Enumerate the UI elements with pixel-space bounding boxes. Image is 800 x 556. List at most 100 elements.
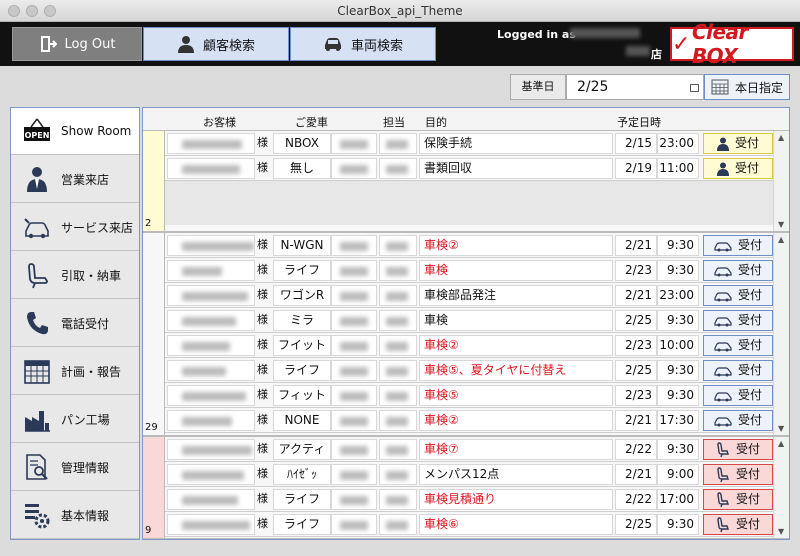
scheduled-time-cell[interactable]: 17:30 — [657, 410, 699, 431]
table-row[interactable]: 様フィット 車検⑤ 2/23 9:30 受付 — [165, 383, 773, 408]
staff-cell[interactable] — [379, 385, 417, 406]
receive-button[interactable]: 受付 — [703, 285, 773, 306]
vehicle-number-cell[interactable] — [331, 310, 377, 331]
scheduled-time-cell[interactable]: 17:00 — [657, 489, 699, 510]
vehicle-number-cell[interactable] — [331, 410, 377, 431]
customer-name-cell[interactable] — [167, 514, 255, 535]
sidebar-item-8[interactable]: 管理情報 — [11, 444, 139, 491]
purpose-cell[interactable]: 車検 — [419, 260, 613, 281]
vehicle-number-cell[interactable] — [331, 385, 377, 406]
receive-button[interactable]: 受付 — [703, 360, 773, 381]
scheduled-date-cell[interactable]: 2/22 — [615, 439, 657, 460]
vehicle-number-cell[interactable] — [331, 260, 377, 281]
scheduled-date-cell[interactable]: 2/21 — [615, 464, 657, 485]
car-cell[interactable]: N-WGN — [273, 235, 331, 256]
staff-cell[interactable] — [379, 133, 417, 154]
scheduled-time-cell[interactable]: 11:00 — [657, 158, 699, 179]
table-row[interactable]: 様ライフ 車検 2/23 9:30 受付 — [165, 258, 773, 283]
customer-name-cell[interactable] — [167, 335, 255, 356]
scheduled-date-cell[interactable]: 2/25 — [615, 514, 657, 535]
table-row[interactable]: 様ワゴンR 車検部品発注 2/21 23:00 受付 — [165, 283, 773, 308]
car-cell[interactable]: ライフ — [273, 489, 331, 510]
purpose-cell[interactable]: 車検⑦ — [419, 439, 613, 460]
purpose-cell[interactable]: 書類回収 — [419, 158, 613, 179]
scheduled-time-cell[interactable]: 23:00 — [657, 285, 699, 306]
zoom-window-button[interactable] — [44, 5, 56, 17]
purpose-cell[interactable]: 車検② — [419, 235, 613, 256]
car-cell[interactable]: ワゴンR — [273, 285, 331, 306]
car-cell[interactable]: ミラ — [273, 310, 331, 331]
receive-button[interactable]: 受付 — [703, 235, 773, 256]
staff-cell[interactable] — [379, 310, 417, 331]
table-row[interactable]: 様 NONE 車検② 2/21 17:30 受付 — [165, 408, 773, 433]
logout-button[interactable]: Log Out — [12, 27, 142, 61]
car-cell[interactable]: ライフ — [273, 360, 331, 381]
vehicle-number-cell[interactable] — [331, 514, 377, 535]
customer-search-button[interactable]: 顧客検索 — [143, 27, 289, 61]
customer-name-cell[interactable] — [167, 439, 255, 460]
staff-cell[interactable] — [379, 158, 417, 179]
scroll-up-icon[interactable]: ▲ — [778, 133, 784, 142]
table-row[interactable]: 様アクティ 車検⑦ 2/22 9:30 受付 — [165, 437, 773, 462]
scheduled-date-cell[interactable]: 2/23 — [615, 385, 657, 406]
customer-name-cell[interactable] — [167, 285, 255, 306]
sidebar-item-1[interactable]: OPEN Show Room — [11, 108, 139, 155]
scheduled-date-cell[interactable]: 2/15 — [615, 133, 657, 154]
scheduled-date-cell[interactable]: 2/25 — [615, 360, 657, 381]
purpose-cell[interactable]: メンパス12点 — [419, 464, 613, 485]
staff-cell[interactable] — [379, 260, 417, 281]
purpose-cell[interactable]: 車検 — [419, 310, 613, 331]
car-cell[interactable]: NBOX — [273, 133, 331, 154]
customer-name-cell[interactable] — [167, 385, 255, 406]
scroll-down-icon[interactable]: ▼ — [778, 527, 784, 536]
vehicle-number-cell[interactable] — [331, 489, 377, 510]
vehicle-number-cell[interactable] — [331, 464, 377, 485]
receive-button[interactable]: 受付 — [703, 439, 773, 460]
customer-name-cell[interactable] — [167, 235, 255, 256]
group-scrollbar[interactable]: ▲ ▼ — [773, 437, 789, 538]
vehicle-number-cell[interactable] — [331, 360, 377, 381]
set-today-button[interactable]: 本日指定 — [704, 74, 790, 100]
scheduled-time-cell[interactable]: 9:30 — [657, 260, 699, 281]
receive-button[interactable]: 受付 — [703, 335, 773, 356]
staff-cell[interactable] — [379, 514, 417, 535]
purpose-cell[interactable]: 保険手続 — [419, 133, 613, 154]
calendar-picker-icon[interactable] — [690, 84, 699, 92]
scheduled-time-cell[interactable]: 9:00 — [657, 464, 699, 485]
car-cell[interactable]: アクティ — [273, 439, 331, 460]
table-row[interactable]: 様ライフ 車検見積通り 2/22 17:00 受付 — [165, 487, 773, 512]
purpose-cell[interactable]: 車検② — [419, 410, 613, 431]
scheduled-date-cell[interactable]: 2/21 — [615, 235, 657, 256]
customer-name-cell[interactable] — [167, 360, 255, 381]
group-scrollbar[interactable]: ▲ ▼ — [773, 233, 789, 435]
vehicle-number-cell[interactable] — [331, 235, 377, 256]
staff-cell[interactable] — [379, 464, 417, 485]
car-cell[interactable]: 無し — [273, 158, 331, 179]
table-row[interactable]: 様無し 書類回収 2/19 11:00 受付 — [165, 156, 773, 181]
receive-button[interactable]: 受付 — [703, 385, 773, 406]
scheduled-time-cell[interactable]: 9:30 — [657, 235, 699, 256]
scroll-down-icon[interactable]: ▼ — [778, 424, 784, 433]
staff-cell[interactable] — [379, 235, 417, 256]
table-row[interactable]: 様 NBOX 保険手続 2/15 23:00 受付 — [165, 131, 773, 156]
sidebar-item-7[interactable]: パン工場 — [11, 396, 139, 443]
receive-button[interactable]: 受付 — [703, 158, 773, 179]
customer-name-cell[interactable] — [167, 133, 255, 154]
customer-name-cell[interactable] — [167, 464, 255, 485]
car-cell[interactable]: ﾊｲｾﾞｯ — [273, 464, 331, 485]
purpose-cell[interactable]: 車検⑤ — [419, 385, 613, 406]
car-cell[interactable]: フイット — [273, 335, 331, 356]
receive-button[interactable]: 受付 — [703, 133, 773, 154]
scroll-up-icon[interactable]: ▲ — [778, 439, 784, 448]
receive-button[interactable]: 受付 — [703, 310, 773, 331]
car-cell[interactable]: フィット — [273, 385, 331, 406]
vehicle-number-cell[interactable] — [331, 158, 377, 179]
customer-name-cell[interactable] — [167, 260, 255, 281]
staff-cell[interactable] — [379, 489, 417, 510]
receive-button[interactable]: 受付 — [703, 260, 773, 281]
purpose-cell[interactable]: 車検② — [419, 335, 613, 356]
sidebar-item-9[interactable]: 基本情報 — [11, 492, 139, 539]
vehicle-number-cell[interactable] — [331, 133, 377, 154]
sidebar-item-2[interactable]: 営業来店 — [11, 156, 139, 203]
scheduled-date-cell[interactable]: 2/25 — [615, 310, 657, 331]
